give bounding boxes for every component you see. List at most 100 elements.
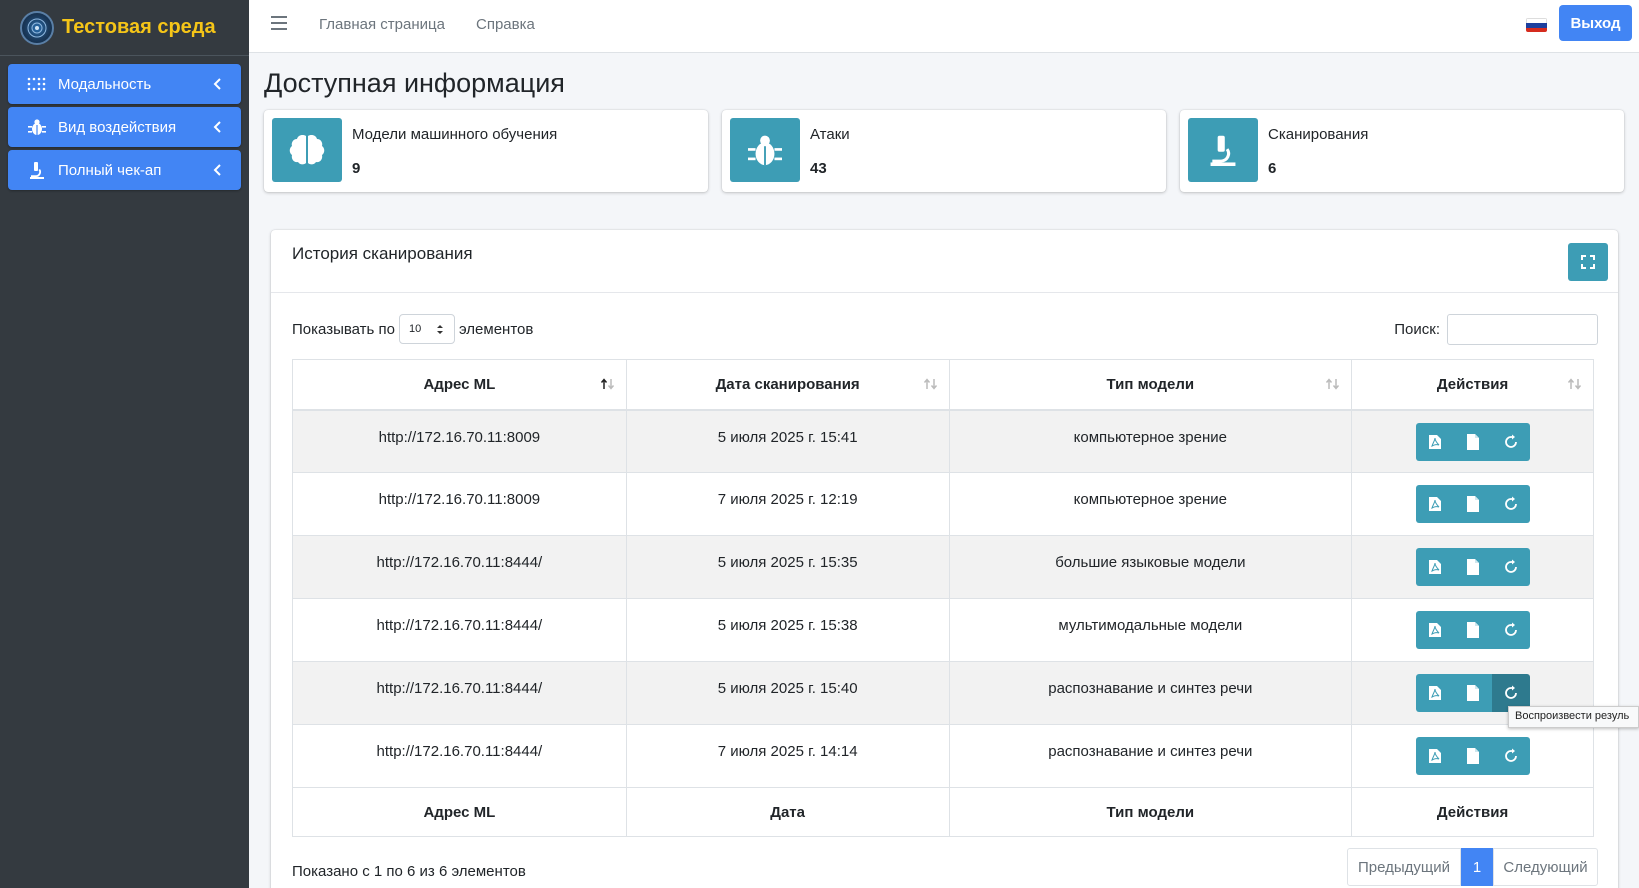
cell-scan-date: 5 июля 2025 г. 15:35 (625, 535, 950, 599)
download-pdf-button[interactable] (1415, 737, 1454, 775)
footer-column-date: Дата (625, 787, 950, 837)
footer-column-actions: Действия (1351, 787, 1594, 837)
chevron-left-icon (213, 121, 221, 133)
sidebar-item-impact-type[interactable]: Вид воздействия (8, 107, 241, 147)
footer-column-model-type: Тип модели (948, 787, 1353, 837)
file-pdf-icon (1428, 560, 1441, 574)
brand[interactable]: Тестовая среда (0, 0, 249, 56)
column-header-label: Действия (1436, 375, 1509, 393)
sidebar-nav: Модальность Вид воздействия Полный чек-а… (0, 56, 249, 190)
microscope-icon (1188, 118, 1258, 182)
view-report-button[interactable] (1453, 674, 1492, 712)
card-header: История сканирования (271, 230, 1618, 293)
select-arrows-icon (436, 325, 443, 334)
table-footer-row: Адрес ML Дата Тип модели Действия (292, 787, 1594, 837)
logout-button[interactable]: Выход (1559, 5, 1632, 41)
download-pdf-button[interactable] (1415, 422, 1454, 461)
cell-model-type: распознавание и синтез речи (948, 724, 1353, 788)
sidebar-item-label: Модальность (58, 75, 152, 93)
file-icon (1466, 622, 1479, 638)
page-length-control: Показывать по 10 элементов (292, 314, 533, 344)
column-header-address[interactable]: Адрес ML (292, 359, 627, 411)
column-header-actions[interactable]: Действия (1351, 359, 1594, 411)
view-report-button[interactable] (1453, 737, 1492, 775)
cell-actions (1351, 409, 1594, 473)
file-icon (1466, 748, 1479, 764)
page-title: Доступная информация (264, 68, 565, 98)
download-pdf-button[interactable] (1415, 611, 1454, 649)
column-header-scan-date[interactable]: Дата сканирования (625, 359, 950, 411)
view-report-button[interactable] (1453, 611, 1492, 649)
rerun-scan-button[interactable] (1491, 611, 1530, 649)
sidebar: Тестовая среда Модальность Вид воздейств… (0, 0, 249, 888)
chevron-left-icon (213, 78, 221, 90)
column-header-label: Дата сканирования (715, 375, 860, 393)
search-input[interactable] (1447, 314, 1598, 345)
page-length-select[interactable]: 10 (398, 314, 455, 344)
rerun-scan-button[interactable] (1491, 485, 1530, 523)
russian-flag-icon[interactable] (1526, 18, 1547, 32)
repeat-icon (1504, 434, 1517, 448)
column-header-label: Адрес ML (423, 375, 496, 393)
fullscreen-button[interactable] (1568, 243, 1608, 281)
file-pdf-icon (1428, 623, 1441, 637)
file-pdf-icon (1428, 686, 1441, 700)
brand-logo-icon (20, 10, 54, 45)
length-suffix: элементов (458, 320, 534, 338)
sort-asc-icon (600, 378, 614, 390)
scan-history-card: История сканирования Показывать по 10 эл… (271, 230, 1618, 888)
cell-actions (1351, 535, 1594, 599)
sidebar-item-label: Полный чек-ап (58, 161, 162, 179)
brand-title: Тестовая среда (62, 16, 216, 38)
repeat-icon (1504, 496, 1517, 510)
download-pdf-button[interactable] (1415, 674, 1454, 712)
rerun-scan-button[interactable] (1491, 422, 1530, 461)
card-title: История сканирования (292, 244, 473, 263)
rerun-scan-button[interactable] (1491, 737, 1530, 775)
pagination-next-button[interactable]: Следующий (1493, 848, 1598, 886)
download-pdf-button[interactable] (1415, 485, 1454, 523)
length-prefix: Показывать по (292, 320, 395, 338)
pagination: Предыдущий 1 Следующий (1347, 848, 1598, 886)
column-header-model-type[interactable]: Тип модели (948, 359, 1353, 411)
hamburger-menu-icon[interactable] (271, 16, 287, 30)
pagination-prev-button[interactable]: Предыдущий (1347, 848, 1461, 886)
table-row: http://172.16.70.11:8444/7 июля 2025 г. … (292, 724, 1594, 788)
tooltip: Воспроизвести резуль (1508, 706, 1639, 728)
info-box-label: Атаки (810, 126, 850, 143)
cell-address: http://172.16.70.11:8444/ (292, 724, 627, 788)
table-info: Показано с 1 по 6 из 6 элементов (292, 863, 526, 880)
pagination-page-1[interactable]: 1 (1461, 848, 1493, 886)
cell-address: http://172.16.70.11:8444/ (292, 535, 627, 599)
view-report-button[interactable] (1453, 548, 1492, 586)
row-actions (1415, 485, 1530, 523)
microscope-icon (26, 160, 48, 180)
table-row: http://172.16.70.11:8009 5 июля 2025 г. 1… (292, 409, 1594, 473)
top-navbar: Главная страница Справка Выход (249, 0, 1639, 53)
table-row: http://172.16.70.11:8444/5 июля 2025 г. … (292, 535, 1594, 599)
view-report-button[interactable] (1453, 422, 1492, 461)
footer-column-address: Адрес ML (292, 787, 627, 837)
cell-address: http://172.16.70.11:8009 (292, 472, 627, 536)
nav-link-help[interactable]: Справка (476, 16, 535, 33)
cell-actions (1351, 472, 1594, 536)
sidebar-item-modality[interactable]: Модальность (8, 64, 241, 104)
file-icon (1466, 685, 1479, 701)
download-pdf-button[interactable] (1415, 548, 1454, 586)
brain-icon (272, 118, 342, 182)
info-box-scans: Сканирования 6 (1180, 110, 1624, 192)
info-box-label: Модели машинного обучения (352, 126, 558, 143)
cell-actions (1351, 724, 1594, 788)
nav-link-home[interactable]: Главная страница (319, 16, 445, 33)
cell-model-type: компьютерное зрение (948, 472, 1353, 536)
bug-icon (730, 118, 800, 182)
row-actions (1415, 548, 1530, 586)
info-box-number: 43 (810, 160, 827, 177)
table-row: http://172.16.70.11:8444/5 июля 2025 г. … (292, 598, 1594, 662)
file-pdf-icon (1428, 434, 1441, 449)
sidebar-item-full-checkup[interactable]: Полный чек-ап (8, 150, 241, 190)
view-report-button[interactable] (1453, 485, 1492, 523)
repeat-icon (1504, 685, 1517, 699)
rerun-scan-button[interactable] (1491, 548, 1530, 586)
sort-icon (923, 378, 937, 390)
